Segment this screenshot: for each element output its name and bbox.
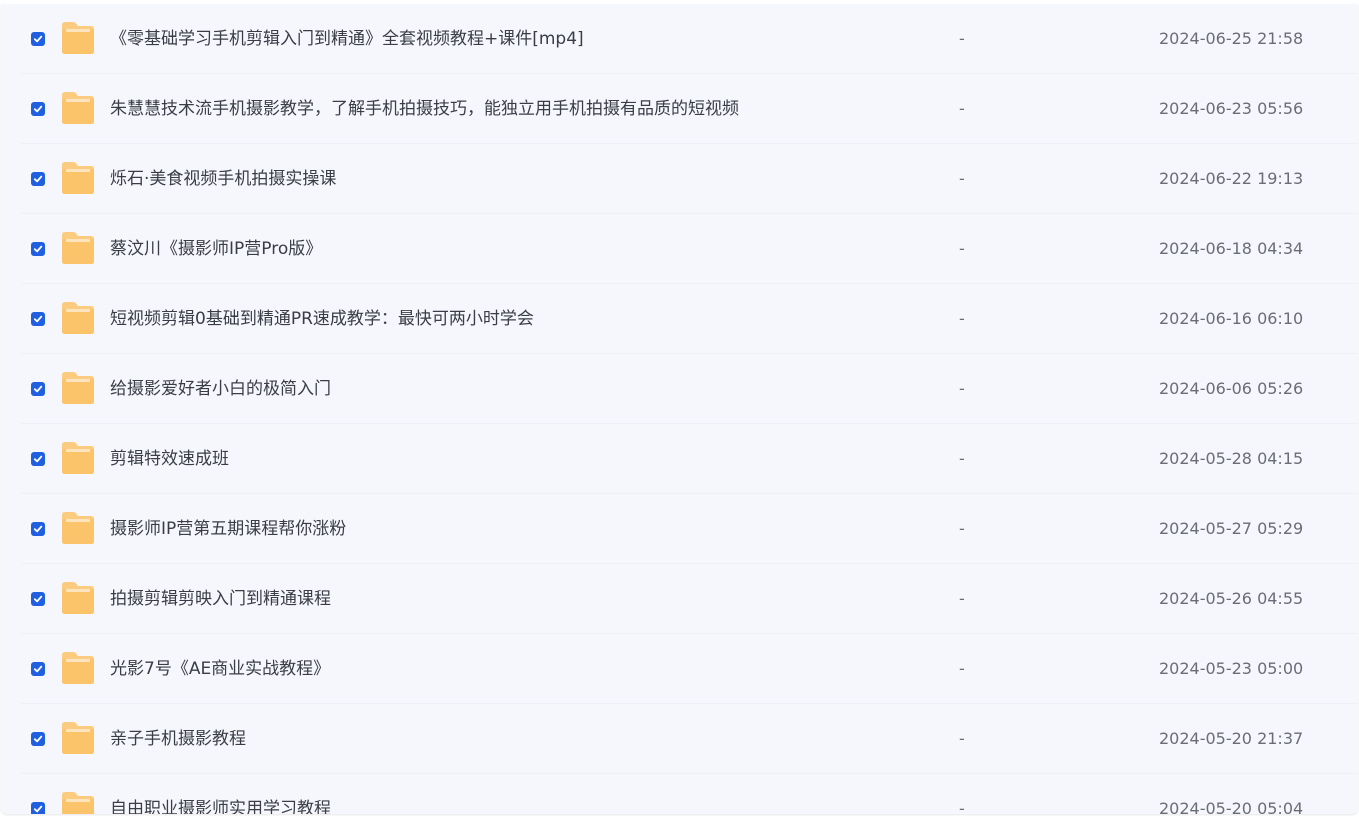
file-name[interactable]: 摄影师IP营第五期课程帮你涨粉 [110, 518, 346, 540]
file-size: - [959, 99, 965, 118]
file-modified-date: 2024-05-23 05:00 [1159, 659, 1304, 678]
file-size: - [959, 309, 965, 328]
row-checkbox[interactable] [31, 662, 45, 676]
file-name[interactable]: 蔡汶川《摄影师IP营Pro版》 [110, 238, 322, 260]
file-row[interactable]: 《零基础学习手机剪辑入门到精通》全套视频教程+课件[mp4] - 2024-06-2… [1, 4, 1358, 74]
checkmark-icon [33, 735, 43, 743]
file-modified-date: 2024-05-20 21:37 [1159, 729, 1304, 748]
file-size: - [959, 239, 965, 258]
file-row[interactable]: 光影7号《AE商业实战教程》 - 2024-05-23 05:00 [1, 634, 1358, 704]
file-name[interactable]: 短视频剪辑0基础到精通PR速成教学：最快可两小时学会 [110, 308, 534, 330]
file-size: - [959, 799, 965, 814]
file-modified-date: 2024-05-27 05:29 [1159, 519, 1304, 538]
file-modified-date: 2024-05-28 04:15 [1159, 449, 1304, 468]
file-modified-date: 2024-05-20 05:04 [1159, 799, 1304, 814]
file-name[interactable]: 光影7号《AE商业实战教程》 [110, 658, 330, 680]
row-checkbox[interactable] [31, 312, 45, 326]
row-checkbox[interactable] [31, 102, 45, 116]
file-modified-date: 2024-06-25 21:58 [1159, 29, 1304, 48]
folder-icon [59, 791, 97, 814]
row-checkbox[interactable] [31, 382, 45, 396]
file-name[interactable]: 拍摄剪辑剪映入门到精通课程 [110, 588, 331, 610]
file-name[interactable]: 烁石·美食视频手机拍摄实操课 [110, 168, 336, 190]
file-modified-date: 2024-06-18 04:34 [1159, 239, 1304, 258]
folder-icon [59, 231, 97, 265]
checkmark-icon [33, 35, 43, 43]
file-list: 《零基础学习手机剪辑入门到精通》全套视频教程+课件[mp4] - 2024-06-2… [1, 4, 1358, 814]
file-size: - [959, 379, 965, 398]
row-checkbox[interactable] [31, 172, 45, 186]
row-checkbox[interactable] [31, 802, 45, 814]
folder-icon [59, 91, 97, 125]
checkmark-icon [33, 385, 43, 393]
row-checkbox[interactable] [31, 242, 45, 256]
folder-icon [59, 441, 97, 475]
file-name[interactable]: 《零基础学习手机剪辑入门到精通》全套视频教程+课件[mp4] [110, 28, 584, 50]
file-row[interactable]: 剪辑特效速成班 - 2024-05-28 04:15 [1, 424, 1358, 494]
file-name[interactable]: 自由职业摄影师实用学习教程 [110, 798, 331, 814]
row-checkbox[interactable] [31, 592, 45, 606]
file-row[interactable]: 亲子手机摄影教程 - 2024-05-20 21:37 [1, 704, 1358, 774]
row-checkbox[interactable] [31, 732, 45, 746]
file-modified-date: 2024-06-16 06:10 [1159, 309, 1304, 328]
file-modified-date: 2024-06-23 05:56 [1159, 99, 1304, 118]
checkmark-icon [33, 315, 43, 323]
checkmark-icon [33, 455, 43, 463]
file-list-panel: 《零基础学习手机剪辑入门到精通》全套视频教程+课件[mp4] - 2024-06-2… [1, 4, 1358, 814]
folder-icon [59, 301, 97, 335]
checkmark-icon [33, 805, 43, 813]
file-modified-date: 2024-06-22 19:13 [1159, 169, 1304, 188]
folder-icon [59, 21, 97, 55]
file-row[interactable]: 拍摄剪辑剪映入门到精通课程 - 2024-05-26 04:55 [1, 564, 1358, 634]
row-checkbox[interactable] [31, 452, 45, 466]
file-size: - [959, 169, 965, 188]
file-size: - [959, 29, 965, 48]
folder-icon [59, 371, 97, 405]
checkmark-icon [33, 595, 43, 603]
checkmark-icon [33, 525, 43, 533]
file-size: - [959, 519, 965, 538]
file-size: - [959, 449, 965, 468]
file-size: - [959, 659, 965, 678]
folder-icon [59, 721, 97, 755]
file-row[interactable]: 给摄影爱好者小白的极简入门 - 2024-06-06 05:26 [1, 354, 1358, 424]
file-modified-date: 2024-05-26 04:55 [1159, 589, 1304, 608]
checkmark-icon [33, 245, 43, 253]
file-name[interactable]: 剪辑特效速成班 [110, 448, 229, 470]
file-row[interactable]: 烁石·美食视频手机拍摄实操课 - 2024-06-22 19:13 [1, 144, 1358, 214]
checkmark-icon [33, 665, 43, 673]
file-row[interactable]: 短视频剪辑0基础到精通PR速成教学：最快可两小时学会 - 2024-06-16 06… [1, 284, 1358, 354]
file-name[interactable]: 朱慧慧技术流手机摄影教学，了解手机拍摄技巧，能独立用手机拍摄有品质的短视频 [110, 98, 739, 120]
folder-icon [59, 581, 97, 615]
row-checkbox[interactable] [31, 522, 45, 536]
file-name[interactable]: 亲子手机摄影教程 [110, 728, 246, 750]
file-row[interactable]: 蔡汶川《摄影师IP营Pro版》 - 2024-06-18 04:34 [1, 214, 1358, 284]
file-size: - [959, 589, 965, 608]
file-row[interactable]: 摄影师IP营第五期课程帮你涨粉 - 2024-05-27 05:29 [1, 494, 1358, 564]
row-checkbox[interactable] [31, 32, 45, 46]
folder-icon [59, 651, 97, 685]
folder-icon [59, 161, 97, 195]
checkmark-icon [33, 105, 43, 113]
folder-icon [59, 511, 97, 545]
file-name[interactable]: 给摄影爱好者小白的极简入门 [110, 378, 331, 400]
file-row[interactable]: 朱慧慧技术流手机摄影教学，了解手机拍摄技巧，能独立用手机拍摄有品质的短视频 - 20… [1, 74, 1358, 144]
file-size: - [959, 729, 965, 748]
file-modified-date: 2024-06-06 05:26 [1159, 379, 1304, 398]
file-row[interactable]: 自由职业摄影师实用学习教程 - 2024-05-20 05:04 [1, 774, 1358, 814]
checkmark-icon [33, 175, 43, 183]
